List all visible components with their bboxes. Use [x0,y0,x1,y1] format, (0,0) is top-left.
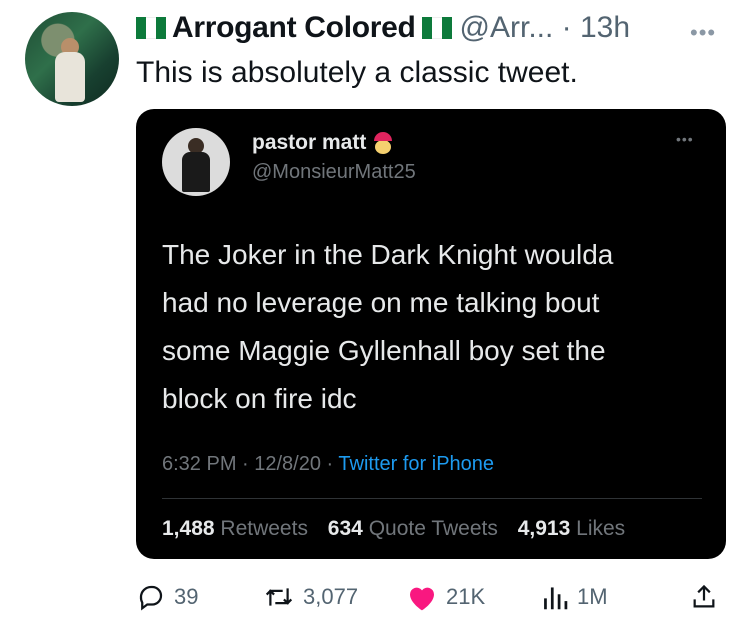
quoted-timestamp: 6:32 PM · 12/8/20 · Twitter for iPhone [162,453,494,476]
quoted-stats: 1,488 Retweets 634 Quote Tweets 4,913 Li… [162,517,625,541]
views-button[interactable]: 1M [541,580,608,614]
like-count: 21K [446,584,486,609]
retweets-count[interactable]: 1,488 [162,517,215,540]
views-icon [544,587,568,610]
like-icon [410,587,434,611]
like-button[interactable]: 21K [406,580,485,614]
quoted-text-line: some Maggie Gyllenhall boy set the [162,335,606,366]
action-bar: 39 3,077 21K 1M [136,580,726,614]
avatar-figure [55,52,85,102]
share-button[interactable] [690,580,726,614]
quoted-text-line: block on fire idc [162,383,357,414]
reply-button[interactable]: 39 [136,580,198,614]
timestamp-text: 6:32 PM · 12/8/20 · [162,453,339,475]
retweet-count: 3,077 [303,584,359,609]
author-avatar[interactable] [25,12,119,106]
quoted-author-handle[interactable]: @MonsieurMatt25 [252,161,416,184]
author-name[interactable]: Arrogant Colored [172,11,416,45]
quoted-tweet-card[interactable]: pastor matt @MonsieurMatt25 ••• The Joke… [136,109,726,559]
reply-count: 39 [174,584,199,609]
divider [162,498,702,499]
quoted-text-line: had no leverage on me talking bout [162,287,600,318]
likes-label[interactable]: Likes [576,517,625,540]
quoted-tweet-text: The Joker in the Dark Knight woulda had … [162,231,702,423]
quoted-avatar[interactable] [162,128,230,196]
share-icon [693,584,715,608]
tweet-header: Arrogant Colored @Arr... · 13h [136,8,630,48]
quotes-count[interactable]: 634 [328,517,363,540]
source-link[interactable]: Twitter for iPhone [338,453,494,475]
retweet-button[interactable]: 3,077 [263,580,358,614]
quotes-label[interactable]: Quote Tweets [369,517,498,540]
quoted-name-text: pastor matt [252,131,367,154]
more-icon[interactable]: ••• [690,20,716,46]
author-handle-time[interactable]: @Arr... · 13h [460,11,631,45]
quoted-avatar-body [182,152,210,192]
views-count: 1M [577,584,608,609]
santa-emoji-icon [372,132,394,154]
nigeria-flag-icon [421,17,452,39]
nigeria-flag-icon [136,17,166,39]
quoted-more-icon[interactable]: ••• [676,131,694,147]
likes-count[interactable]: 4,913 [518,517,571,540]
tweet-text: This is absolutely a classic tweet. [136,56,578,89]
quoted-author-name[interactable]: pastor matt [252,131,394,155]
retweet-icon [265,588,293,606]
reply-icon [139,585,163,611]
quoted-text-line: The Joker in the Dark Knight woulda [162,239,614,270]
retweets-label[interactable]: Retweets [220,517,308,540]
